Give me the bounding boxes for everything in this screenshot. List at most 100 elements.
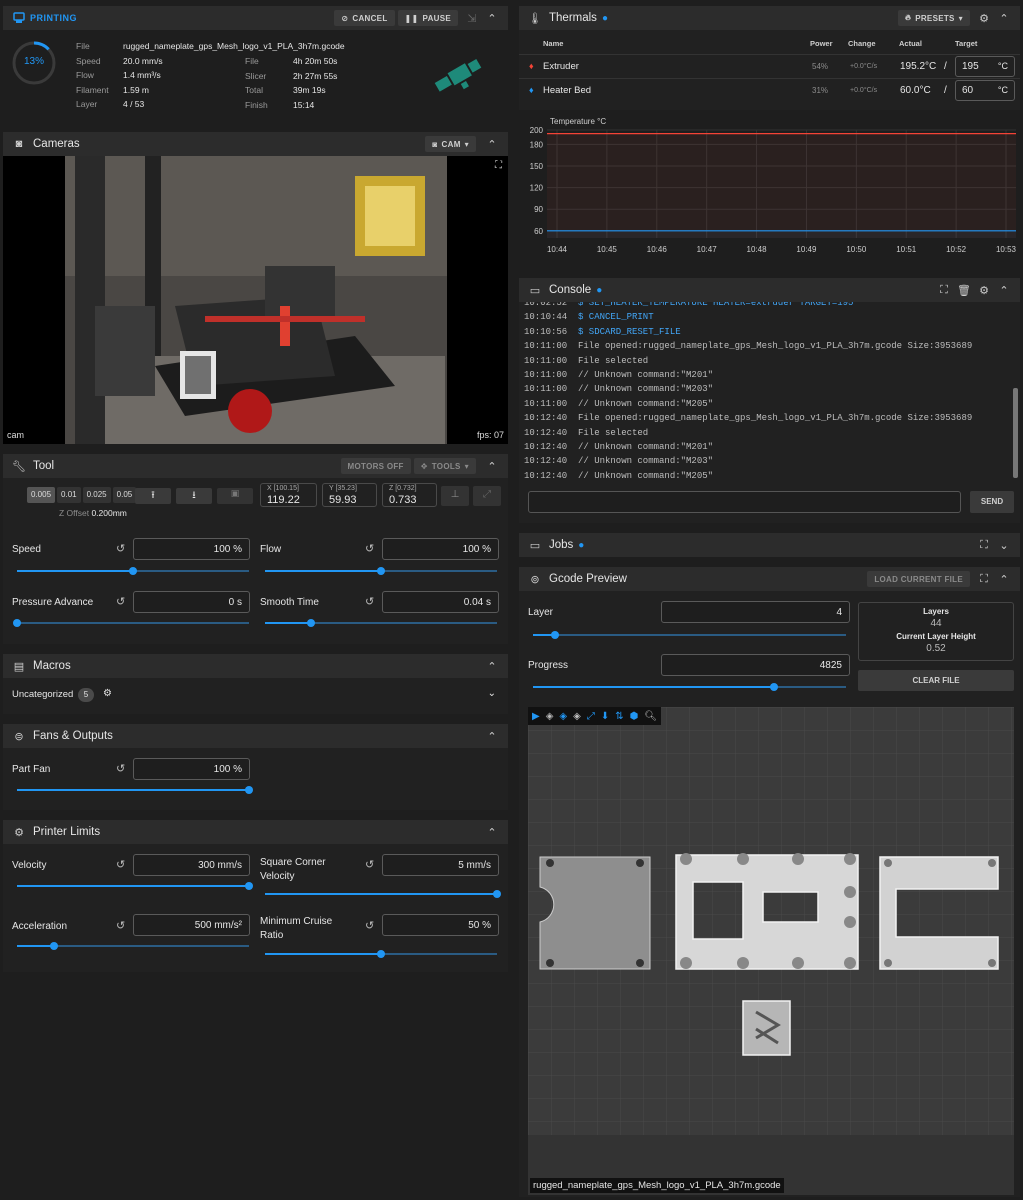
camera-image [65, 156, 447, 444]
mcr-input[interactable] [382, 914, 499, 936]
expand-macros-icon[interactable]: ⌄ [488, 688, 496, 699]
trash-icon[interactable]: 🗑︎ [956, 282, 972, 298]
progress-slider[interactable] [533, 683, 846, 691]
acceleration-input[interactable] [133, 914, 250, 936]
home-all-button[interactable]: ⊥ [441, 486, 469, 506]
scv-reset-icon[interactable]: ↺ [365, 858, 374, 871]
target-input[interactable]: 195 °C [955, 56, 1015, 77]
travel-icon[interactable]: ⤢ [587, 711, 595, 722]
presets-button[interactable]: 🔥︎ PRESETS ▾ [898, 10, 970, 26]
console-line: 10:10:44 $ CANCEL_PRINT [524, 310, 972, 324]
collapse-cameras-icon[interactable]: ⌃ [484, 136, 500, 152]
speed-slider[interactable] [17, 567, 249, 575]
z-up-button[interactable]: ⭱ [135, 488, 171, 504]
z-position-field[interactable]: Z [0.732] 0.733 [382, 483, 437, 507]
step-button[interactable]: 0.025 [82, 487, 111, 503]
collapse-printing-icon[interactable]: ⌃ [484, 10, 500, 26]
z-down-button[interactable]: ⭳ [176, 488, 212, 504]
smooth-reset-icon[interactable]: ↺ [365, 595, 374, 608]
expand-icon[interactable]: ⛶ [495, 160, 502, 171]
part-fan-slider[interactable] [17, 786, 253, 794]
collapse-gcode-icon[interactable]: ⌃ [996, 571, 1012, 587]
layers-active-icon[interactable]: ◈ [559, 711, 567, 722]
pressure-advance-input[interactable] [133, 591, 250, 613]
pressure-advance-label: Pressure Advance [12, 597, 94, 608]
pause-button[interactable]: ❚❚ PAUSE [397, 10, 458, 26]
velocity-input[interactable] [133, 854, 250, 876]
acceleration-slider[interactable] [17, 942, 249, 950]
cam-select-button[interactable]: ◙ CAM ▾ [425, 136, 476, 152]
nozzle-icon[interactable]: ⬇ [601, 711, 609, 722]
x-position-field[interactable]: X [100.15] 119.22 [260, 483, 317, 507]
console-line: 10:11:00 // Unknown command:"M201" [524, 368, 972, 382]
collapse-macros-icon[interactable]: ⌃ [484, 658, 500, 674]
step-button[interactable]: 0.05 [112, 487, 137, 503]
retract-icon[interactable]: ⇅ [615, 711, 623, 722]
flow-input[interactable] [382, 538, 499, 560]
smooth-time-slider[interactable] [265, 619, 497, 627]
mcr-slider[interactable] [265, 950, 497, 958]
gcode-header: ⊚ Gcode Preview LOAD CURRENT FILE ⛶ ⌃ [519, 567, 1020, 591]
velocity-slider[interactable] [17, 882, 253, 890]
speed-reset-icon[interactable]: ↺ [116, 542, 125, 555]
expand-icon[interactable]: ⛶ [976, 571, 992, 587]
info-icon[interactable]: ● [596, 285, 602, 296]
info-icon[interactable]: ● [578, 540, 584, 551]
layer-slider[interactable] [533, 631, 846, 639]
step-button[interactable]: 0.01 [57, 487, 81, 503]
y-position-field[interactable]: Y [35.23] 59.93 [322, 483, 377, 507]
smooth-time-input[interactable] [382, 591, 499, 613]
collapse-console-icon[interactable]: ⌃ [996, 282, 1012, 298]
gcode-viewer[interactable]: ▶ ◈ ◈ ◈ ⤢ ⬇ ⇅ ⬢ 🔍︎ rugged_nameplate_gps_… [528, 707, 1014, 1195]
cancel-button[interactable]: ⊘ CANCEL [334, 10, 395, 26]
speed-input[interactable] [133, 538, 250, 560]
console-input[interactable] [528, 491, 961, 513]
tool-header: 🔧︎ Tool MOTORS OFF ✥ TOOLS ▾ ⌃ [3, 454, 508, 478]
console-message: // Unknown command:"M205" [578, 470, 714, 481]
collapse-limits-icon[interactable]: ⌃ [484, 824, 500, 840]
flow-reset-icon[interactable]: ↺ [365, 542, 374, 555]
expand-icon[interactable]: ⛶ [976, 537, 992, 553]
velocity-reset-icon[interactable]: ↺ [116, 858, 125, 871]
clear-file-button[interactable]: CLEAR FILE [858, 670, 1014, 691]
part-fan-reset-icon[interactable]: ↺ [116, 762, 125, 775]
console-log[interactable]: 10:02:52 $ SET_HEATER_TEMPERATURE HEATER=… [519, 302, 1020, 482]
fans-card: ⊜ Fans & Outputs ⌃ Part Fan ↺ [3, 724, 508, 810]
pressure-advance-slider[interactable] [13, 619, 249, 627]
gear-icon[interactable]: ⚙ [976, 10, 992, 26]
info-icon[interactable]: ● [602, 13, 608, 24]
part-fan-input[interactable] [133, 758, 250, 780]
motors-off-button[interactable]: MOTORS OFF [340, 458, 411, 474]
scv-slider[interactable] [265, 890, 501, 898]
gear-icon[interactable]: ⚙ [976, 282, 992, 298]
objects-icon[interactable]: ⬢ [630, 711, 639, 722]
save-z-button[interactable]: ▣ [217, 488, 253, 504]
gear-icon[interactable]: ⚙ [103, 688, 112, 699]
layer-add-icon[interactable]: ◈ [573, 711, 581, 722]
scv-input[interactable] [382, 854, 499, 876]
tools-button[interactable]: ✥ TOOLS ▾ [413, 458, 476, 474]
load-current-file-button[interactable]: LOAD CURRENT FILE [867, 571, 970, 587]
cameras-card: ◙ Cameras ◙ CAM ▾ ⌃ cam fps: 07 ⛶ [3, 132, 508, 444]
send-button[interactable]: SEND [970, 491, 1014, 513]
progress-input[interactable] [661, 654, 850, 676]
console-scrollbar[interactable] [1013, 388, 1018, 478]
zoom-icon[interactable]: 🔍︎ [644, 711, 657, 722]
pa-reset-icon[interactable]: ↺ [116, 595, 125, 608]
step-button[interactable]: 0.005 [27, 487, 56, 503]
accel-reset-icon[interactable]: ↺ [116, 919, 125, 932]
collapse-fans-icon[interactable]: ⌃ [484, 728, 500, 744]
mcr-reset-icon[interactable]: ↺ [365, 919, 374, 932]
flow-slider[interactable] [265, 567, 497, 575]
collapse-tool-icon[interactable]: ⌃ [484, 458, 500, 474]
flow-label: Flow [260, 544, 282, 555]
layer-input[interactable] [661, 601, 850, 623]
layers-icon[interactable]: ◈ [546, 711, 554, 722]
expand-jobs-icon[interactable]: ⌄ [996, 537, 1012, 553]
move-axes-button[interactable]: ⤢ [473, 486, 501, 506]
collapse-thermals-icon[interactable]: ⌃ [996, 10, 1012, 26]
chart-xtick: 10:46 [647, 245, 668, 254]
target-input[interactable]: 60 °C [955, 80, 1015, 101]
play-icon[interactable]: ▶ [532, 711, 540, 722]
expand-icon[interactable]: ⛶ [936, 282, 952, 298]
